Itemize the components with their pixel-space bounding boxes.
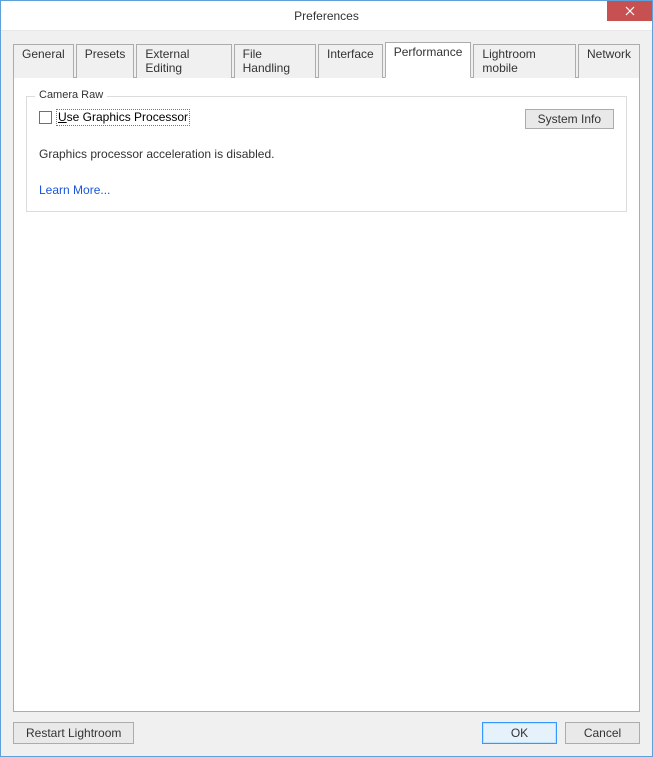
- footer-right: OK Cancel: [482, 722, 640, 744]
- tabs-container: General Presets External Editing File Ha…: [13, 43, 640, 712]
- system-info-button[interactable]: System Info: [525, 109, 614, 129]
- use-gpu-checkbox[interactable]: Use Graphics Processor: [39, 109, 190, 126]
- groupbox-legend: Camera Raw: [35, 89, 107, 101]
- cancel-button[interactable]: Cancel: [565, 722, 640, 744]
- tab-general[interactable]: General: [13, 44, 74, 78]
- checkbox-icon: [39, 111, 52, 124]
- groupbox-camera-raw: Camera Raw Use Graphics Processor System…: [26, 96, 627, 212]
- tab-row: General Presets External Editing File Ha…: [13, 43, 640, 77]
- close-button[interactable]: [607, 1, 652, 21]
- ok-button[interactable]: OK: [482, 722, 557, 744]
- tab-performance[interactable]: Performance: [385, 42, 472, 78]
- tab-network[interactable]: Network: [578, 44, 640, 78]
- dialog-footer: Restart Lightroom OK Cancel: [13, 712, 640, 744]
- window-title: Preferences: [1, 9, 652, 23]
- dialog-body: General Presets External Editing File Ha…: [1, 31, 652, 756]
- tab-panel-performance: Camera Raw Use Graphics Processor System…: [13, 77, 640, 712]
- titlebar: Preferences: [1, 1, 652, 31]
- tab-file-handling[interactable]: File Handling: [234, 44, 316, 78]
- close-icon: [625, 6, 635, 16]
- tab-interface[interactable]: Interface: [318, 44, 383, 78]
- use-gpu-label: Use Graphics Processor: [56, 109, 190, 126]
- gpu-row: Use Graphics Processor System Info: [39, 109, 614, 129]
- gpu-status-text: Graphics processor acceleration is disab…: [39, 147, 614, 161]
- tab-external-editing[interactable]: External Editing: [136, 44, 231, 78]
- tab-presets[interactable]: Presets: [76, 44, 135, 78]
- tab-lightroom-mobile[interactable]: Lightroom mobile: [473, 44, 576, 78]
- learn-more-link[interactable]: Learn More...: [39, 183, 110, 197]
- restart-lightroom-button[interactable]: Restart Lightroom: [13, 722, 134, 744]
